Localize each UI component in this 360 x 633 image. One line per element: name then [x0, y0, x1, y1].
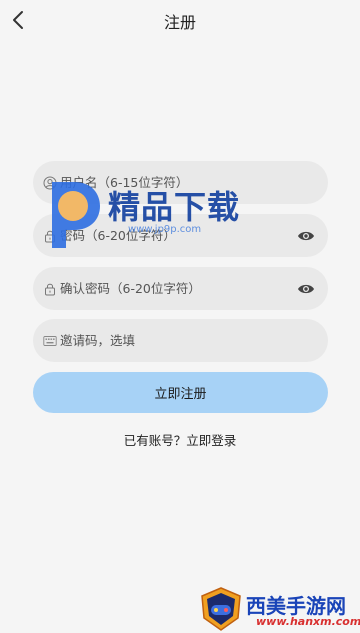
register-button[interactable]: 立即注册 — [33, 372, 328, 413]
login-link[interactable]: 已有账号？立即登录 — [0, 430, 360, 449]
confirm-password-input[interactable] — [60, 267, 288, 310]
eye-icon[interactable] — [296, 229, 316, 243]
header-bar: 注册 — [0, 0, 360, 40]
corner-watermark: 西美手游网 www.hanxm.com — [198, 586, 360, 632]
lock-icon — [43, 229, 57, 243]
gamepad-logo-icon — [201, 587, 241, 631]
eye-icon[interactable] — [296, 282, 316, 296]
corner-watermark-url: www.hanxm.com — [256, 615, 360, 628]
username-field-container — [33, 161, 328, 204]
password-input[interactable] — [60, 214, 288, 257]
username-input[interactable] — [60, 161, 288, 204]
confirm-password-field-container — [33, 267, 328, 310]
password-field-container — [33, 214, 328, 257]
invite-code-input[interactable] — [60, 319, 288, 362]
lock-icon — [43, 282, 57, 296]
corner-watermark-brand: 西美手游网 — [246, 594, 346, 618]
keyboard-icon — [43, 334, 57, 348]
invite-code-field-container — [33, 319, 328, 362]
page-title: 注册 — [163, 13, 196, 32]
user-icon — [43, 176, 57, 190]
